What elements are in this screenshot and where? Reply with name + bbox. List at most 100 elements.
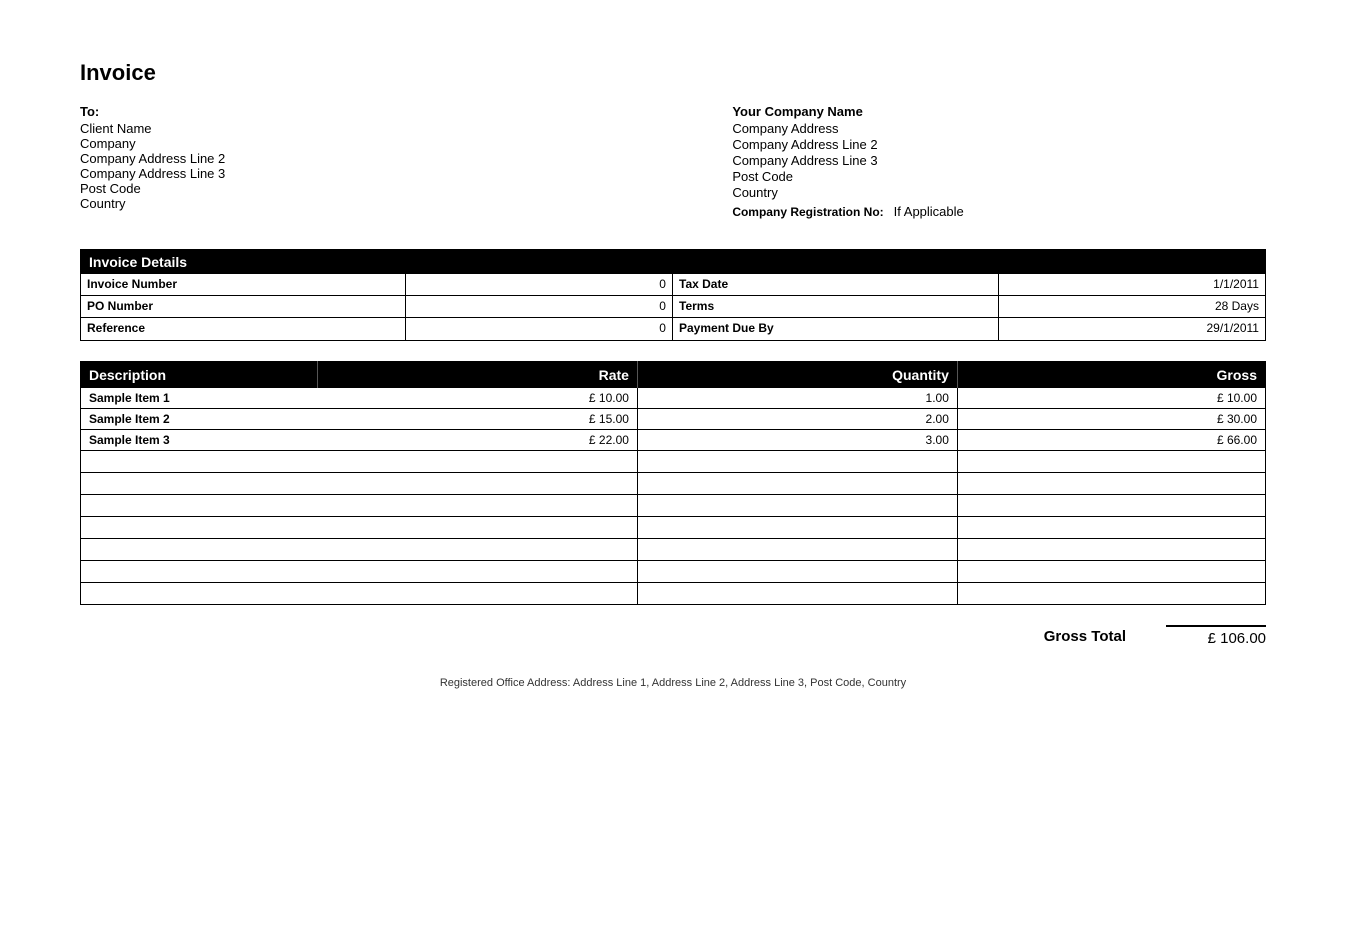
payment-due-value: 29/1/2011 bbox=[999, 318, 1265, 340]
table-row bbox=[81, 517, 1266, 539]
invoice-title: Invoice bbox=[80, 60, 1266, 86]
detail-row-payment-due: Payment Due By 29/1/2011 bbox=[673, 318, 1265, 340]
table-row bbox=[81, 495, 1266, 517]
table-row: Sample Item 3 £ 22.00 3.00 £ 66.00 bbox=[81, 430, 1266, 451]
item-rate: £ 10.00 bbox=[318, 388, 638, 409]
item-quantity: 2.00 bbox=[637, 409, 957, 430]
item-rate: £ 22.00 bbox=[318, 430, 638, 451]
item-rate bbox=[318, 451, 638, 473]
registration-row: Company Registration No: If Applicable bbox=[732, 204, 1266, 219]
item-description bbox=[81, 561, 318, 583]
item-description: Sample Item 3 bbox=[81, 430, 318, 451]
table-row: Sample Item 2 £ 15.00 2.00 £ 30.00 bbox=[81, 409, 1266, 430]
detail-row-reference: Reference 0 bbox=[81, 318, 673, 340]
gross-total-label: Gross Total bbox=[1044, 628, 1126, 645]
company-name: Your Company Name bbox=[732, 104, 1266, 119]
item-quantity bbox=[637, 451, 957, 473]
company-postcode: Post Code bbox=[732, 169, 1266, 184]
item-quantity bbox=[637, 495, 957, 517]
company-country: Country bbox=[732, 185, 1266, 200]
po-number-value: 0 bbox=[406, 296, 672, 317]
item-gross: £ 10.00 bbox=[957, 388, 1265, 409]
items-table: Description Rate Quantity Gross Sample I… bbox=[80, 361, 1266, 605]
item-rate bbox=[318, 517, 638, 539]
item-quantity bbox=[637, 539, 957, 561]
details-right: Tax Date 1/1/2011 Terms 28 Days Payment … bbox=[673, 274, 1265, 340]
item-gross bbox=[957, 517, 1265, 539]
header-rate: Rate bbox=[318, 362, 638, 389]
footer-text: Registered Office Address: Address Line … bbox=[80, 677, 1266, 689]
payment-due-label: Payment Due By bbox=[673, 318, 999, 340]
item-gross bbox=[957, 495, 1265, 517]
client-name: Client Name bbox=[80, 121, 673, 136]
item-quantity bbox=[637, 583, 957, 605]
detail-row-terms: Terms 28 Days bbox=[673, 296, 1265, 318]
client-company: Company bbox=[80, 136, 673, 151]
table-row bbox=[81, 583, 1266, 605]
reference-value: 0 bbox=[406, 318, 672, 340]
terms-value: 28 Days bbox=[999, 296, 1265, 317]
item-description bbox=[81, 583, 318, 605]
item-description bbox=[81, 495, 318, 517]
item-description: Sample Item 2 bbox=[81, 409, 318, 430]
detail-row-po-number: PO Number 0 bbox=[81, 296, 673, 318]
item-rate bbox=[318, 561, 638, 583]
company-address-line2: Company Address Line 2 bbox=[732, 137, 1266, 152]
invoice-details-header: Invoice Details bbox=[81, 250, 1265, 274]
details-grid: Invoice Number 0 PO Number 0 Reference 0… bbox=[81, 274, 1265, 340]
invoice-number-label: Invoice Number bbox=[81, 274, 406, 295]
item-description bbox=[81, 539, 318, 561]
item-rate bbox=[318, 495, 638, 517]
item-gross bbox=[957, 473, 1265, 495]
item-quantity: 3.00 bbox=[637, 430, 957, 451]
po-number-label: PO Number bbox=[81, 296, 406, 317]
item-quantity bbox=[637, 473, 957, 495]
item-description: Sample Item 1 bbox=[81, 388, 318, 409]
detail-row-tax-date: Tax Date 1/1/2011 bbox=[673, 274, 1265, 296]
bill-to-section: To: Client Name Company Company Address … bbox=[80, 104, 673, 219]
header-section: To: Client Name Company Company Address … bbox=[80, 104, 1266, 219]
table-row bbox=[81, 473, 1266, 495]
details-left: Invoice Number 0 PO Number 0 Reference 0 bbox=[81, 274, 673, 340]
invoice-details-section: Invoice Details Invoice Number 0 PO Numb… bbox=[80, 249, 1266, 341]
tax-date-value: 1/1/2011 bbox=[999, 274, 1265, 295]
table-row: Sample Item 1 £ 10.00 1.00 £ 10.00 bbox=[81, 388, 1266, 409]
item-rate bbox=[318, 473, 638, 495]
terms-label: Terms bbox=[673, 296, 999, 317]
item-gross bbox=[957, 561, 1265, 583]
table-row bbox=[81, 451, 1266, 473]
item-description bbox=[81, 451, 318, 473]
item-rate bbox=[318, 583, 638, 605]
item-description bbox=[81, 517, 318, 539]
gross-total-value: £ 106.00 bbox=[1166, 625, 1266, 647]
table-row bbox=[81, 539, 1266, 561]
to-label: To: bbox=[80, 104, 673, 119]
header-quantity: Quantity bbox=[637, 362, 957, 389]
item-rate bbox=[318, 539, 638, 561]
reference-label: Reference bbox=[81, 318, 406, 340]
header-description: Description bbox=[81, 362, 318, 389]
client-address-line3: Company Address Line 3 bbox=[80, 166, 673, 181]
item-gross: £ 66.00 bbox=[957, 430, 1265, 451]
detail-row-invoice-number: Invoice Number 0 bbox=[81, 274, 673, 296]
item-gross bbox=[957, 539, 1265, 561]
item-gross: £ 30.00 bbox=[957, 409, 1265, 430]
client-address-line2: Company Address Line 2 bbox=[80, 151, 673, 166]
company-address: Company Address bbox=[732, 121, 1266, 136]
gross-total-section: Gross Total £ 106.00 bbox=[80, 625, 1266, 647]
tax-date-label: Tax Date bbox=[673, 274, 999, 295]
item-gross bbox=[957, 451, 1265, 473]
reg-label: Company Registration No: bbox=[732, 205, 883, 219]
item-description bbox=[81, 473, 318, 495]
item-rate: £ 15.00 bbox=[318, 409, 638, 430]
invoice-number-value: 0 bbox=[406, 274, 672, 295]
item-gross bbox=[957, 583, 1265, 605]
company-address-line3: Company Address Line 3 bbox=[732, 153, 1266, 168]
client-postcode: Post Code bbox=[80, 181, 673, 196]
item-quantity: 1.00 bbox=[637, 388, 957, 409]
item-quantity bbox=[637, 561, 957, 583]
table-row bbox=[81, 561, 1266, 583]
company-info-section: Your Company Name Company Address Compan… bbox=[732, 104, 1266, 219]
header-gross: Gross bbox=[957, 362, 1265, 389]
reg-value: If Applicable bbox=[894, 204, 964, 219]
